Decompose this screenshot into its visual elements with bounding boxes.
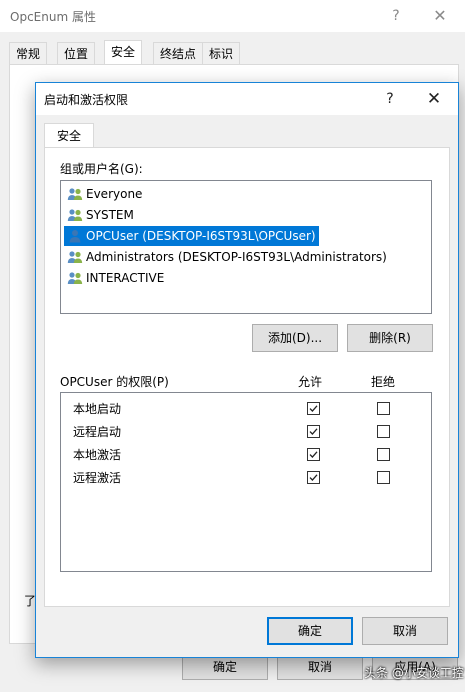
permission-name: 远程激活: [73, 471, 122, 485]
allow-checkbox[interactable]: [307, 471, 320, 484]
group-users-icon: [67, 187, 83, 201]
deny-checkbox[interactable]: [377, 471, 390, 484]
tab-endpoints[interactable]: 终结点: [153, 42, 204, 65]
group-or-user-names-label: 组或用户名(G):: [60, 162, 143, 176]
tab-location[interactable]: 位置: [57, 42, 96, 65]
deny-checkbox[interactable]: [377, 402, 390, 415]
watermark-text: 头条 @小安谈工控: [364, 666, 464, 680]
permissions-label: OPCUser 的权限(P): [60, 375, 169, 389]
launch-activation-permissions-dialog: 启动和激活权限 ? ✕ 安全 组或用户名(G): Everyone SYSTEM O…: [35, 82, 459, 658]
tab-general[interactable]: 常规: [9, 42, 48, 65]
dialog-title-bar: 启动和激活权限 ? ✕: [36, 83, 458, 115]
background-window-title: OpcEnum 属性: [10, 10, 96, 24]
add-button[interactable]: 添加(D)...: [252, 324, 338, 352]
dialog-title: 启动和激活权限: [44, 93, 129, 107]
user-name: Administrators (DESKTOP-I6ST93L\Administ…: [86, 250, 387, 264]
permission-row: 本地启动: [61, 397, 431, 419]
user-name: OPCUser (DESKTOP-I6ST93L\OPCUser): [86, 229, 316, 243]
tab-identity[interactable]: 标识: [202, 42, 241, 65]
security-tab-panel: 组或用户名(G): Everyone SYSTEM OPCUser (DESKTOP…: [44, 147, 450, 607]
allow-checkbox[interactable]: [307, 425, 320, 438]
allow-column-header: 允许: [298, 375, 323, 389]
background-close-button[interactable]: ✕: [424, 2, 456, 30]
user-list[interactable]: Everyone SYSTEM OPCUser (DESKTOP-I6ST93L\O…: [60, 180, 432, 314]
deny-column-header: 拒绝: [371, 375, 396, 389]
dialog-close-button[interactable]: ✕: [418, 85, 450, 113]
group-users-icon: [67, 250, 83, 264]
permission-name: 本地启动: [73, 402, 122, 416]
user-name: SYSTEM: [86, 208, 134, 222]
tab-security-dialog[interactable]: 安全: [44, 123, 94, 148]
user-name: INTERACTIVE: [86, 271, 165, 285]
user-list-item[interactable]: OPCUser (DESKTOP-I6ST93L\OPCUser): [64, 226, 319, 246]
group-users-icon: [67, 208, 83, 222]
deny-checkbox[interactable]: [377, 425, 390, 438]
background-help-button[interactable]: ?: [380, 2, 412, 30]
permission-row: 本地激活: [61, 443, 431, 465]
allow-checkbox[interactable]: [307, 402, 320, 415]
permissions-list: 本地启动远程启动本地激活远程激活: [60, 392, 432, 572]
remove-button[interactable]: 删除(R): [347, 324, 433, 352]
user-list-item[interactable]: SYSTEM: [64, 205, 137, 225]
permission-name: 本地激活: [73, 448, 122, 462]
allow-checkbox[interactable]: [307, 448, 320, 461]
permission-row: 远程启动: [61, 420, 431, 442]
user-list-item[interactable]: Administrators (DESKTOP-I6ST93L\Administ…: [64, 247, 390, 267]
tab-security[interactable]: 安全: [104, 40, 143, 65]
user-list-item[interactable]: INTERACTIVE: [64, 268, 167, 288]
ok-button[interactable]: 确定: [267, 617, 353, 645]
background-title-bar: OpcEnum 属性 ? ✕: [0, 0, 465, 32]
deny-checkbox[interactable]: [377, 448, 390, 461]
user-name: Everyone: [86, 187, 143, 201]
group-users-icon: [67, 271, 83, 285]
cancel-button[interactable]: 取消: [362, 617, 448, 645]
permission-name: 远程启动: [73, 425, 122, 439]
user-list-item[interactable]: Everyone: [64, 184, 145, 204]
single-user-icon: [67, 229, 83, 243]
dialog-help-button[interactable]: ?: [374, 85, 406, 113]
permission-row: 远程激活: [61, 466, 431, 488]
